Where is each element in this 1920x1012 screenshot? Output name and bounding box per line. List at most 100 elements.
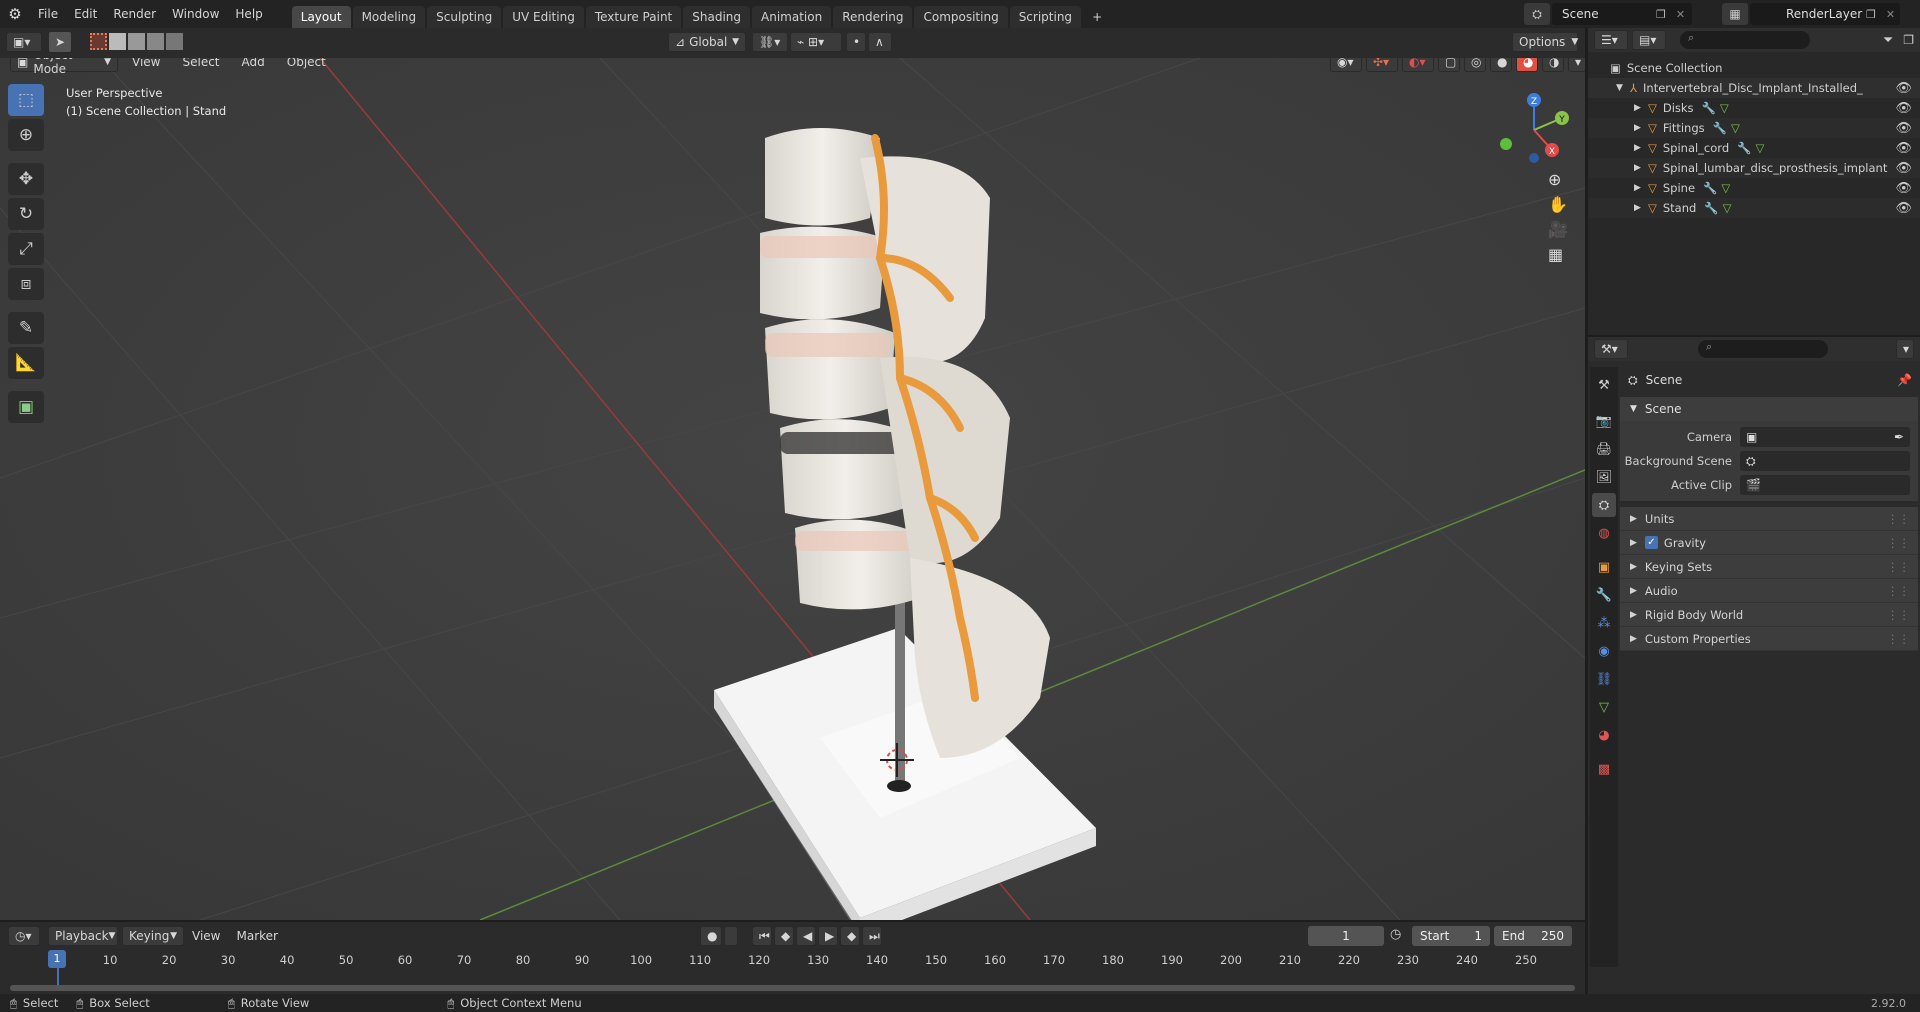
tab-compositing[interactable]: Compositing (914, 6, 1008, 28)
prev-keyframe-icon[interactable]: ◆ (774, 926, 794, 946)
overlay-toggle-icon[interactable]: ◐▾ (1402, 58, 1434, 72)
visibility-eye-icon[interactable]: 👁 (1895, 161, 1912, 176)
options-dropdown[interactable]: Options ▼ (1512, 32, 1578, 52)
subpanel-header[interactable]: ▶ ✓ Gravity ⋮⋮ (1620, 531, 1918, 555)
expand-arrow-icon[interactable]: ▼ (1616, 83, 1630, 93)
expand-arrow-icon[interactable]: ▶ (1634, 103, 1648, 113)
mode-set-icon[interactable] (90, 33, 107, 50)
new-collection-icon[interactable]: ❐ (1903, 33, 1914, 47)
tab-shading[interactable]: Shading (683, 6, 750, 28)
shading-material-icon[interactable]: ◕ (1516, 58, 1538, 72)
visibility-eye-icon[interactable]: 👁 (1895, 121, 1912, 136)
scene-panel-header[interactable]: ▼ Scene (1620, 397, 1918, 421)
cursor-tool-icon[interactable]: ⊕ (8, 119, 44, 151)
use-preview-range-icon[interactable]: ◷ (1390, 927, 1401, 942)
mode-subtract-icon[interactable] (128, 33, 145, 50)
outliner-object-row[interactable]: ▶ ▽ Disks 🔧 ▽ 👁 (1588, 98, 1920, 118)
output-tab-icon[interactable]: 🖨 (1592, 437, 1616, 461)
ortho-toggle-icon[interactable]: ▦ (1548, 245, 1568, 264)
expand-arrow-icon[interactable]: ▶ (1634, 203, 1648, 213)
shading-options-icon[interactable]: ▾ (1568, 58, 1585, 72)
gizmo-toggle-icon[interactable]: ✣▾ (1366, 58, 1398, 72)
tab-texture-paint[interactable]: Texture Paint (585, 6, 682, 28)
keying-dropdown[interactable]: Keying ▼ (122, 926, 184, 946)
timeline-scrollbar[interactable] (10, 985, 1575, 991)
constraints-tab-icon[interactable]: ⛓ (1592, 667, 1616, 691)
scene-tab-icon[interactable]: ⛭ (1592, 493, 1616, 517)
scale-tool-icon[interactable]: ⤢ (8, 233, 44, 265)
drag-handle-icon[interactable]: ⋮⋮ (1887, 608, 1910, 622)
gizmo-neg-y-icon[interactable] (1500, 138, 1512, 150)
outliner-editor-type-icon[interactable]: ☰▾ (1594, 30, 1628, 50)
expand-arrow-icon[interactable]: ▶ (1634, 123, 1648, 133)
filter-icon[interactable]: ⏷ (1883, 33, 1893, 48)
mode-intersect-icon[interactable] (166, 33, 183, 50)
add-cube-tool-icon[interactable]: ▣ (8, 391, 44, 423)
modifier-icon[interactable]: 🔧 (1702, 101, 1716, 115)
visibility-icon[interactable]: ◉▾ (1330, 58, 1362, 72)
viewport-menu-add[interactable]: Add (234, 58, 273, 72)
shading-rendered-icon[interactable]: ◑ (1542, 58, 1564, 72)
gizmo-neg-z-icon[interactable] (1529, 153, 1539, 163)
drag-handle-icon[interactable]: ⋮⋮ (1887, 632, 1910, 646)
remove-scene-icon[interactable]: ✕ (1676, 8, 1685, 21)
outliner-object-row[interactable]: ▶ ▽ Stand 🔧 ▽ 👁 (1588, 198, 1920, 218)
timeline-menu-view[interactable]: View (184, 922, 228, 950)
viewport-menu-select[interactable]: Select (174, 58, 227, 72)
subpanel-header[interactable]: ▶ Rigid Body World ⋮⋮ (1620, 603, 1918, 627)
tab-uv-editing[interactable]: UV Editing (503, 6, 584, 28)
menu-file[interactable]: File (30, 0, 66, 28)
play-icon[interactable]: ▶ (818, 926, 838, 946)
outliner-object-row[interactable]: ▶ ▽ Spinal_lumbar_disc_prosthesis_implant 👁 (1588, 158, 1920, 178)
eyedropper-icon[interactable]: ✒ (1894, 430, 1904, 444)
jump-end-icon[interactable]: ⏭ (862, 926, 882, 946)
select-tool-icon[interactable]: ➤ (48, 31, 72, 53)
texture-tab-icon[interactable]: ▩ (1592, 757, 1616, 781)
pan-hand-icon[interactable]: ✋ (1548, 195, 1568, 214)
pivot-point-icon[interactable]: ⛓▾ (752, 32, 788, 52)
select-box-tool-icon[interactable]: ⬚ (8, 84, 44, 116)
proportional-edit-icon[interactable]: • (846, 32, 866, 52)
tab-modeling[interactable]: Modeling (352, 6, 426, 28)
drag-handle-icon[interactable]: ⋮⋮ (1887, 536, 1910, 550)
expand-arrow-icon[interactable]: ▶ (1634, 163, 1648, 173)
visibility-eye-icon[interactable]: 👁 (1895, 141, 1912, 156)
move-tool-icon[interactable]: ✥ (8, 163, 44, 195)
viewport-menu-view[interactable]: View (124, 58, 168, 72)
visibility-eye-icon[interactable]: 👁 (1895, 101, 1912, 116)
menu-window[interactable]: Window (164, 0, 227, 28)
record-options-icon[interactable] (724, 926, 738, 946)
next-keyframe-icon[interactable]: ◆ (840, 926, 860, 946)
transform-orientation-dropdown[interactable]: ⊿ Global ▼ (668, 32, 746, 52)
background-scene-field[interactable]: ⛭ (1740, 451, 1910, 471)
transform-tool-icon[interactable]: ⧈ (8, 268, 44, 300)
timeline-menu-marker[interactable]: Marker (228, 922, 285, 950)
timeline-body[interactable]: 1102030405060708090100110120130140150160… (0, 950, 1585, 994)
mesh-data-icon[interactable]: ▽ (1720, 101, 1729, 115)
current-frame-field[interactable]: 1 (1308, 926, 1384, 946)
view-layer-icon[interactable]: ▦ (1722, 3, 1748, 25)
drag-handle-icon[interactable]: ⋮⋮ (1887, 512, 1910, 526)
visibility-eye-icon[interactable]: 👁 (1895, 81, 1912, 96)
particles-tab-icon[interactable]: ⁂ (1592, 611, 1616, 635)
menu-edit[interactable]: Edit (66, 0, 105, 28)
modifier-icon[interactable]: 🔧 (1704, 201, 1718, 215)
tab-scripting[interactable]: Scripting (1009, 6, 1082, 28)
playhead[interactable]: 1 (48, 950, 66, 968)
end-frame-field[interactable]: End 250 (1494, 926, 1572, 946)
mesh-data-icon[interactable]: ▽ (1731, 121, 1740, 135)
outliner-collection-row[interactable]: ▼ ⅄ Intervertebral_Disc_Implant_Installe… (1588, 78, 1920, 98)
modifier-icon[interactable]: 🔧 (1737, 141, 1751, 155)
outliner-object-row[interactable]: ▶ ▽ Spinal_cord 🔧 ▽ 👁 (1588, 138, 1920, 158)
outliner-search-input[interactable]: ⌕ (1680, 31, 1810, 49)
scene-icon[interactable]: ⛭ (1524, 3, 1550, 25)
tab-rendering[interactable]: Rendering (833, 6, 913, 28)
tab-animation[interactable]: Animation (752, 6, 832, 28)
add-workspace-icon[interactable]: + (1083, 6, 1111, 28)
outliner-object-row[interactable]: ▶ ▽ Spine 🔧 ▽ 👁 (1588, 178, 1920, 198)
3d-viewport[interactable]: User Perspective (1) Scene Collection | … (0, 58, 1585, 920)
outliner-object-row[interactable]: ▶ ▽ Fittings 🔧 ▽ 👁 (1588, 118, 1920, 138)
view-layer-tab-icon[interactable]: 🖼 (1592, 465, 1616, 489)
active-clip-field[interactable]: 🎬 (1740, 475, 1910, 495)
mode-extend-icon[interactable] (109, 33, 126, 50)
